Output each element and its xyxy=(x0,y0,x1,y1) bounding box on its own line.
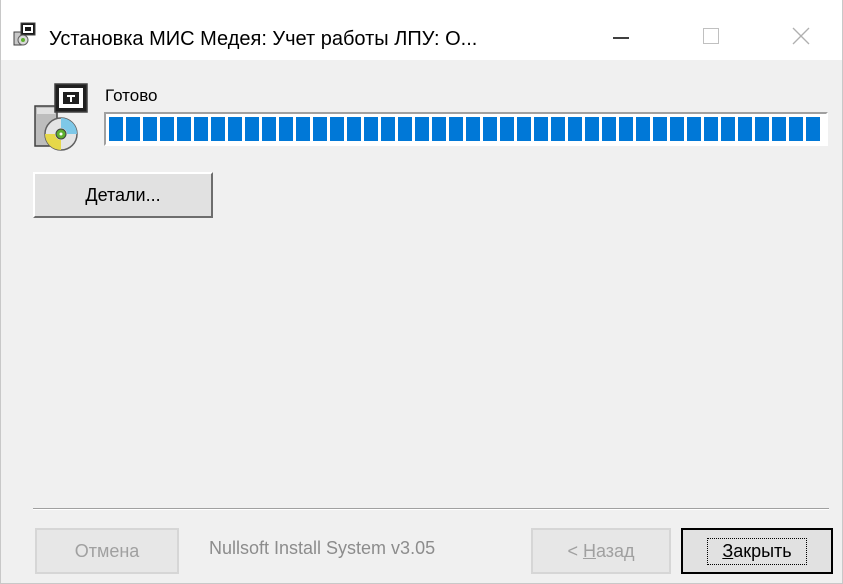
close-accel: З xyxy=(722,540,734,561)
back-accel: Н xyxy=(582,540,596,561)
window-title: Установка МИС Медея: Учет работы ЛПУ: О.… xyxy=(49,28,478,50)
footer-divider xyxy=(33,508,829,510)
maximize-button[interactable] xyxy=(691,22,731,50)
back-button[interactable]: < Назад xyxy=(531,528,671,574)
progress-bar xyxy=(104,112,828,146)
close-label: акрыть xyxy=(733,540,792,561)
maximize-icon xyxy=(703,28,719,44)
progress-fill xyxy=(109,117,823,141)
close-window-button[interactable] xyxy=(781,22,821,50)
details-accel: Д xyxy=(85,184,98,205)
close-focus-rect: Закрыть xyxy=(707,537,807,565)
installer-icon xyxy=(13,22,36,46)
cancel-button[interactable]: Отмена xyxy=(35,528,179,574)
back-label: азад xyxy=(595,540,635,561)
details-button[interactable]: Детали... xyxy=(33,172,213,218)
minimize-icon xyxy=(613,37,629,39)
close-button[interactable]: Закрыть xyxy=(681,528,833,574)
cancel-label: Отмена xyxy=(74,540,140,561)
installer-disk-icon xyxy=(34,83,88,151)
branding-text: Nullsoft Install System v3.05 xyxy=(209,538,436,558)
installer-window: Установка МИС Медея: Учет работы ЛПУ: О.… xyxy=(0,0,843,584)
back-prefix: < xyxy=(567,540,583,561)
minimize-button[interactable] xyxy=(601,22,641,50)
close-icon xyxy=(792,27,810,45)
title-bar[interactable]: Установка МИС Медея: Учет работы ЛПУ: О.… xyxy=(1,0,842,60)
details-label: етали... xyxy=(97,184,161,205)
status-label: Готово xyxy=(105,86,158,105)
